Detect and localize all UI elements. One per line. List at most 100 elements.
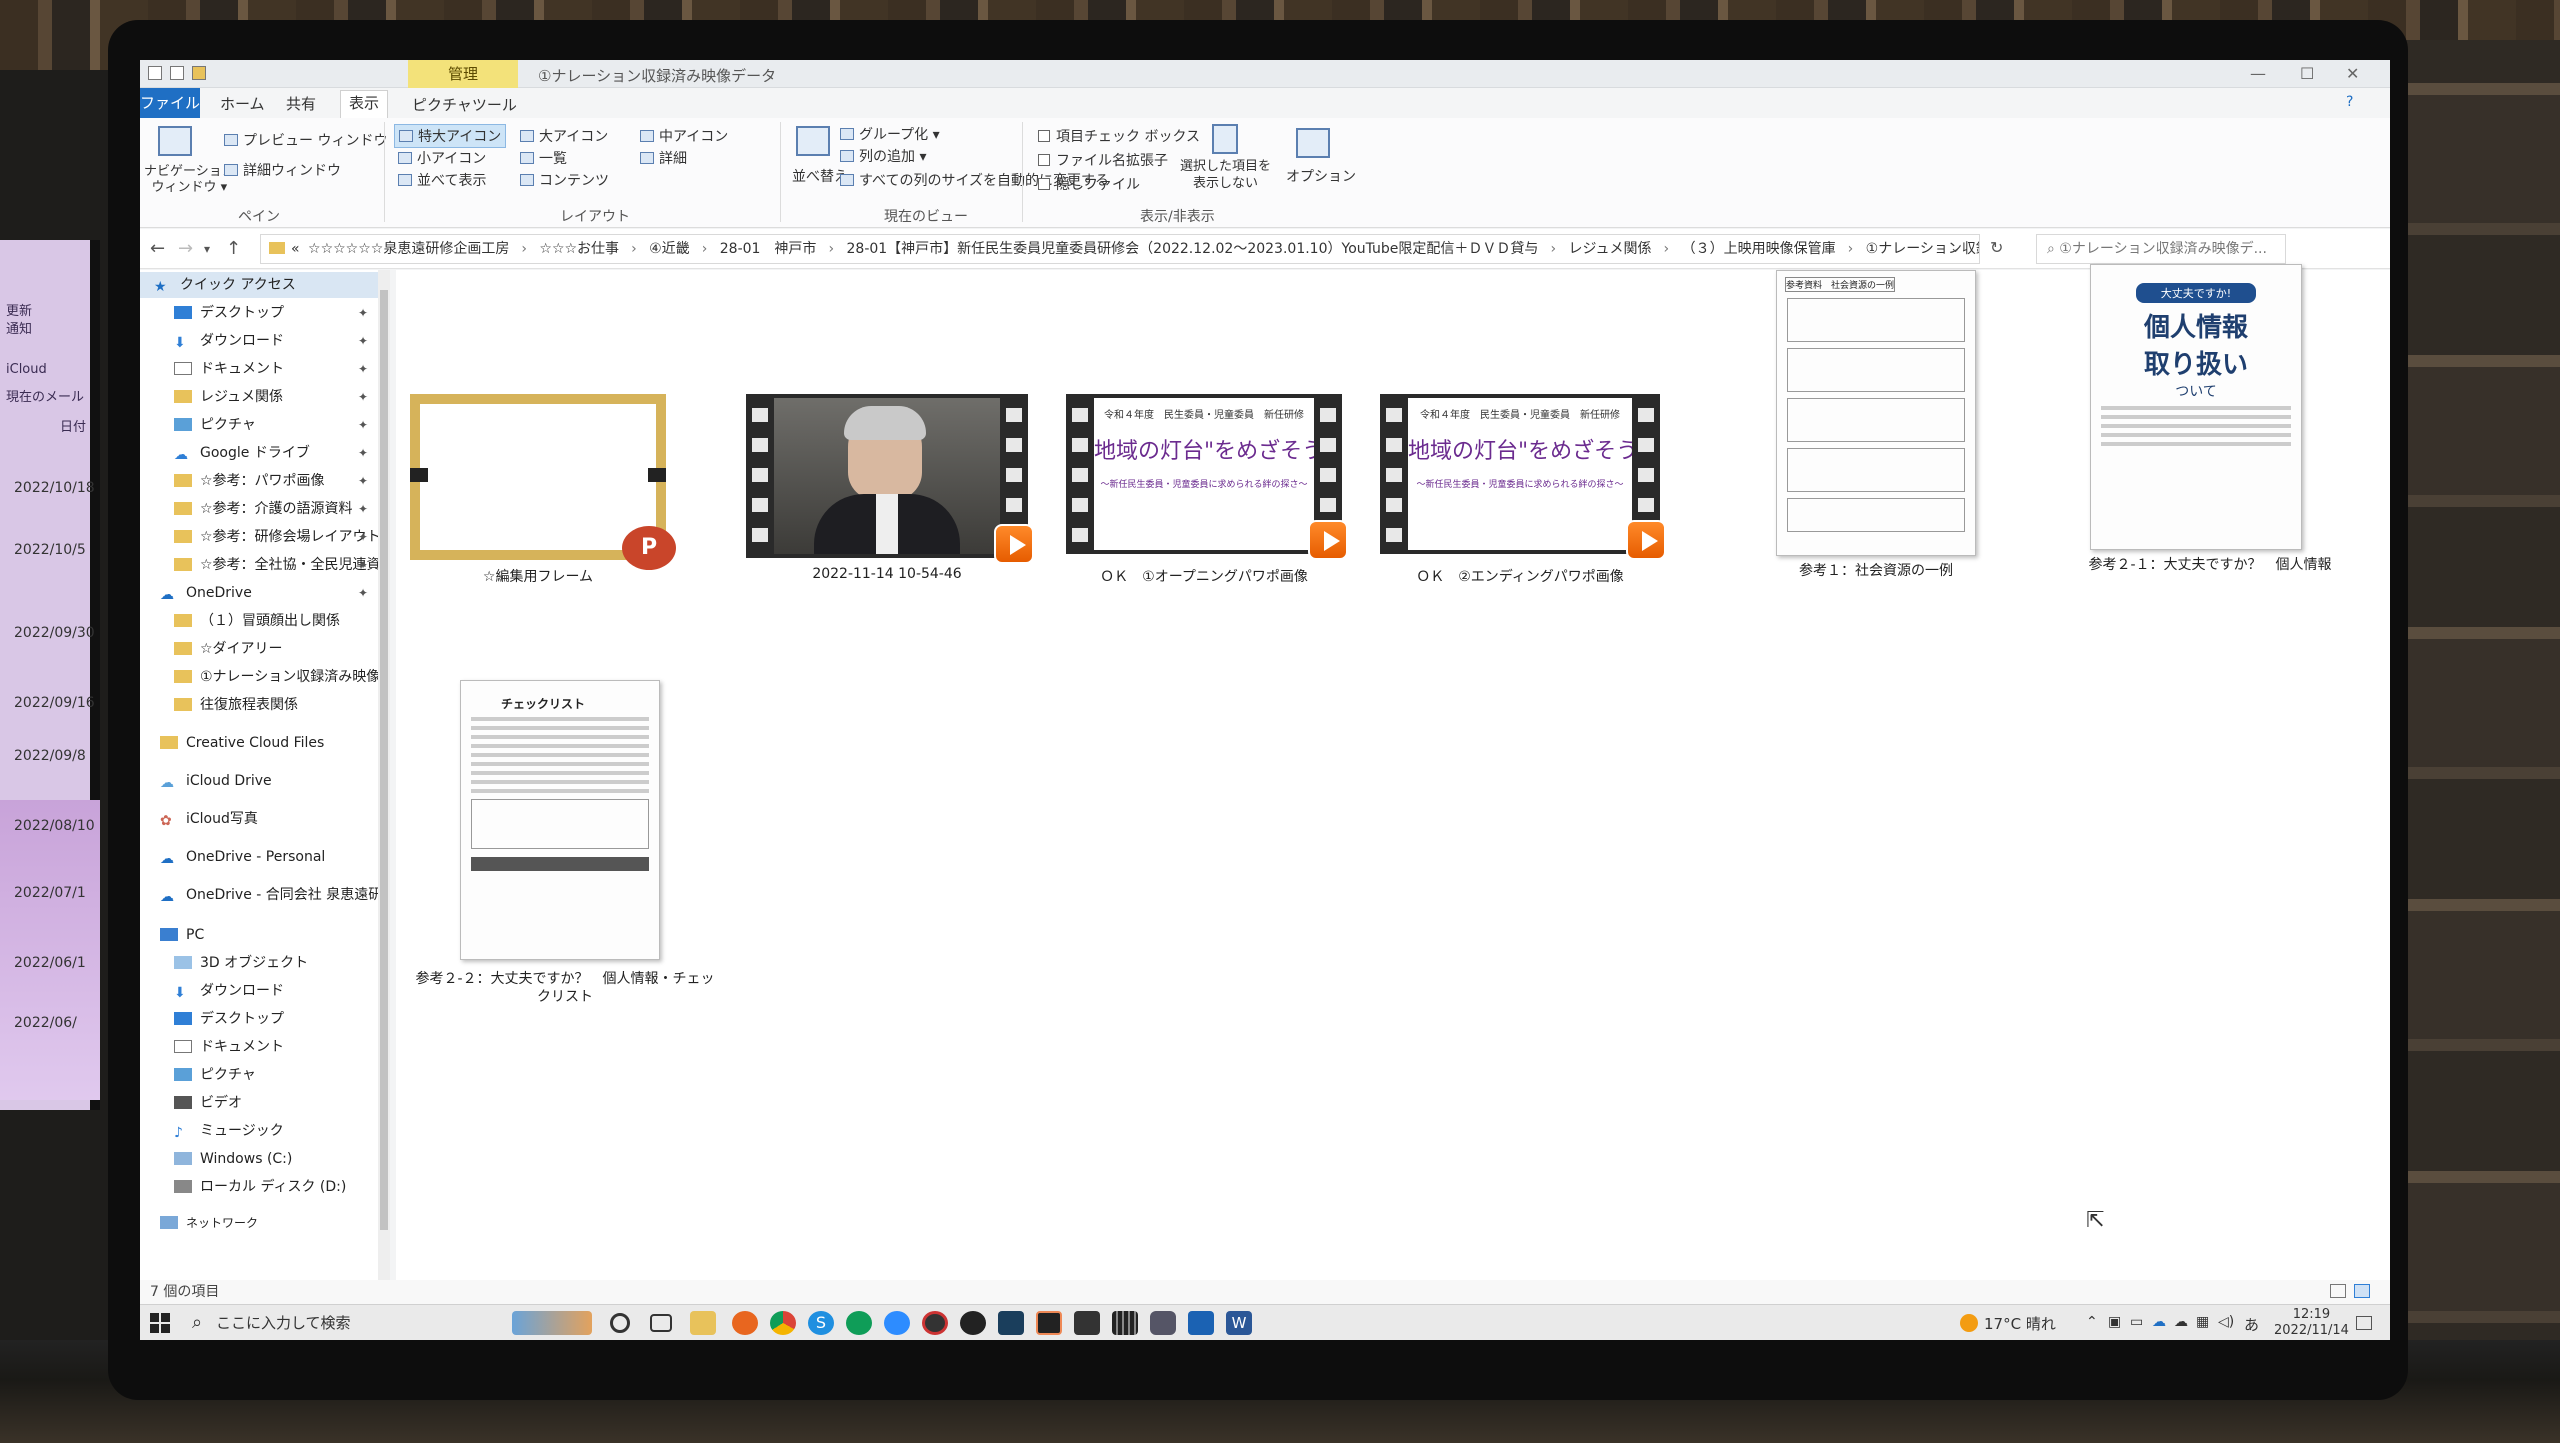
item-checkboxes-toggle[interactable]: 項目チェック ボックス <box>1038 126 1200 146</box>
nav-item[interactable]: ☆参考：パワポ画像 ✦ <box>140 468 380 494</box>
camera-icon[interactable] <box>1150 1311 1176 1335</box>
file-item[interactable]: 2022-11-14 10-54-46 <box>746 394 1034 584</box>
nav-item[interactable]: ☆参考：全社協・全民児連資料 ✦ <box>140 552 380 578</box>
task-view-icon[interactable] <box>650 1314 672 1332</box>
nav-item[interactable]: ✿ iCloud写真 <box>140 806 380 832</box>
display-icon[interactable]: ▭ <box>2130 1314 2143 1330</box>
nav-pc[interactable]: PC <box>140 922 380 948</box>
file-item[interactable]: 令和４年度 民生委員・児童委員 新任研修 地域の灯台"をめざそう ～新任民生委員… <box>1066 394 1348 585</box>
tab-file[interactable]: ファイル <box>140 88 200 118</box>
nav-item[interactable]: ♪ ミュージック <box>140 1118 380 1144</box>
sort-icon[interactable] <box>796 126 830 156</box>
address-bar[interactable]: « ☆☆☆☆☆☆泉恵遠研修企画工房 › ☆☆☆お仕事 › ④近畿 › 28-01 神戸… <box>260 234 1980 264</box>
details-view-icon[interactable] <box>2330 1284 2346 1298</box>
save-icon[interactable] <box>148 66 162 80</box>
large-icons-button[interactable]: 大アイコン <box>520 126 608 146</box>
nav-item[interactable]: ☁ OneDrive - 合同会社 泉恵遠研修 <box>140 882 380 908</box>
nav-item[interactable]: ☁ OneDrive - Personal <box>140 844 380 870</box>
nav-item[interactable]: 3D オブジェクト <box>140 950 380 976</box>
tab-picture-tools[interactable]: ピクチャツール <box>412 94 517 115</box>
breadcrumb-item[interactable]: ☆☆☆☆☆☆泉恵遠研修企画工房 <box>308 241 509 257</box>
large-icons-view-icon[interactable] <box>2354 1284 2370 1298</box>
back-arrow-icon[interactable]: ← <box>150 238 165 259</box>
network-icon[interactable]: ▦ <box>2196 1314 2209 1330</box>
start-button[interactable] <box>150 1313 170 1333</box>
nav-item[interactable]: ピクチャ <box>140 1062 380 1088</box>
file-item[interactable]: 令和４年度 民生委員・児童委員 新任研修 地域の灯台"をめざそう ～新任民生委員… <box>1380 394 1666 585</box>
zoom-icon[interactable] <box>884 1311 910 1335</box>
tab-home[interactable]: ホーム <box>220 93 265 114</box>
properties-icon[interactable] <box>170 66 184 80</box>
breadcrumb-overflow[interactable]: « <box>291 241 300 257</box>
search-input[interactable]: ⌕ ①ナレーション収録済み映像デ... <box>2036 234 2286 264</box>
nav-quick-access[interactable]: ★ クイック アクセス <box>140 272 380 298</box>
new-folder-icon[interactable] <box>192 66 206 80</box>
nav-scrollbar[interactable] <box>378 270 390 1280</box>
extensions-toggle[interactable]: ファイル名拡張子 <box>1038 150 1168 170</box>
app-icon[interactable] <box>1074 1311 1100 1335</box>
scrollbar-thumb[interactable] <box>380 290 388 1230</box>
nav-item[interactable]: ローカル ディスク (D:) <box>140 1174 380 1200</box>
nav-item[interactable]: ピクチャ ✦ <box>140 412 380 438</box>
breadcrumb-item[interactable]: （３）上映用映像保管庫 <box>1682 241 1836 257</box>
nav-item[interactable]: ドキュメント <box>140 1034 380 1060</box>
firefox-icon[interactable] <box>732 1311 758 1335</box>
taskbar-search[interactable]: ここに入力して検索 <box>186 1309 486 1337</box>
breadcrumb-current[interactable]: ①ナレーション収録済み映像データ <box>1866 241 1979 257</box>
clock[interactable]: 12:19 2022/11/14 <box>2274 1307 2349 1339</box>
nav-onedrive[interactable]: ☁ OneDrive ✦ <box>140 580 380 606</box>
medium-icons-button[interactable]: 中アイコン <box>640 126 728 146</box>
nav-item[interactable]: ①ナレーション収録済み映像データ <box>140 664 380 690</box>
nav-item[interactable]: ☆参考：研修会場レイアウト ✦ <box>140 524 380 550</box>
cortana-icon[interactable] <box>610 1313 630 1333</box>
video-editor-icon[interactable] <box>1112 1311 1138 1335</box>
nav-network[interactable]: ネットワーク <box>140 1210 380 1236</box>
edge-icon[interactable] <box>846 1311 872 1335</box>
nav-item[interactable]: ⬇ ダウンロード ✦ <box>140 328 380 354</box>
search-highlight-icon[interactable] <box>512 1311 592 1335</box>
cloud-icon[interactable]: ☁ <box>2174 1314 2188 1330</box>
file-explorer-icon[interactable] <box>690 1311 716 1335</box>
breadcrumb-item[interactable]: レジュメ関係 <box>1569 241 1652 257</box>
weather-widget[interactable]: 17°C 晴れ <box>1960 1313 2056 1334</box>
nav-item[interactable]: 往復旅程表関係 <box>140 692 380 718</box>
options-icon[interactable] <box>1296 128 1330 158</box>
nav-item[interactable]: Creative Cloud Files <box>140 730 380 756</box>
app-icon[interactable] <box>998 1311 1024 1335</box>
nav-item[interactable]: ⬇ ダウンロード <box>140 978 380 1004</box>
forward-arrow-icon[interactable]: → <box>178 238 193 259</box>
options-button[interactable]: オプション <box>1286 166 1356 186</box>
navigation-pane-icon[interactable] <box>158 126 192 156</box>
nav-item[interactable]: ☆参考：介護の語源資料 ✦ <box>140 496 380 522</box>
tab-share[interactable]: 共有 <box>286 93 316 114</box>
tiles-button[interactable]: 並べて表示 <box>398 170 486 190</box>
help-icon[interactable]: ? <box>2346 94 2353 110</box>
tray-app-icon[interactable]: ▣ <box>2108 1314 2121 1330</box>
nav-item[interactable]: ビデオ <box>140 1090 380 1116</box>
nav-item[interactable]: （１）冒頭顔出し関係 <box>140 608 380 634</box>
nav-item[interactable]: ☁ Google ドライブ ✦ <box>140 440 380 466</box>
maximize-button[interactable]: ☐ <box>2300 64 2314 83</box>
breadcrumb-item[interactable]: 28-01 神戸市 <box>720 241 817 257</box>
nav-item[interactable]: レジュメ関係 ✦ <box>140 384 380 410</box>
nav-item[interactable]: ☆ダイアリー <box>140 636 380 662</box>
breadcrumb-item[interactable]: 28-01【神戸市】新任民生委員児童委員研修会（2022.12.02〜2023.… <box>847 241 1539 257</box>
file-item[interactable]: P ☆編集用フレーム <box>410 394 676 585</box>
file-item[interactable]: 参考資料 社会資源の一例 参考１：社会資源の一例 <box>1756 270 1996 586</box>
chrome-icon[interactable] <box>770 1311 796 1335</box>
word-icon[interactable]: W <box>1226 1311 1252 1335</box>
small-icons-button[interactable]: 小アイコン <box>398 148 486 168</box>
recent-dropdown-icon[interactable]: ▾ <box>204 242 210 256</box>
close-button[interactable]: ✕ <box>2346 64 2359 83</box>
file-item[interactable]: チェックリスト 参考２-２：大丈夫ですか？ 個人情報・チェックリスト <box>410 680 720 1010</box>
volume-icon[interactable]: ◁) <box>2218 1314 2234 1330</box>
details-button[interactable]: 詳細 <box>640 148 687 168</box>
nav-item[interactable]: デスクトップ ✦ <box>140 300 380 326</box>
onedrive-tray-icon[interactable]: ☁ <box>2152 1314 2166 1330</box>
chevron-up-icon[interactable]: ⌃ <box>2086 1314 2098 1330</box>
nav-item[interactable]: ☁ iCloud Drive <box>140 768 380 794</box>
tab-view[interactable]: 表示 <box>340 90 389 118</box>
refresh-icon[interactable]: ↻ <box>1990 238 2003 257</box>
nav-item[interactable]: Windows (C:) <box>140 1146 380 1172</box>
group-by-button[interactable]: グループ化 ▾ <box>840 124 940 144</box>
